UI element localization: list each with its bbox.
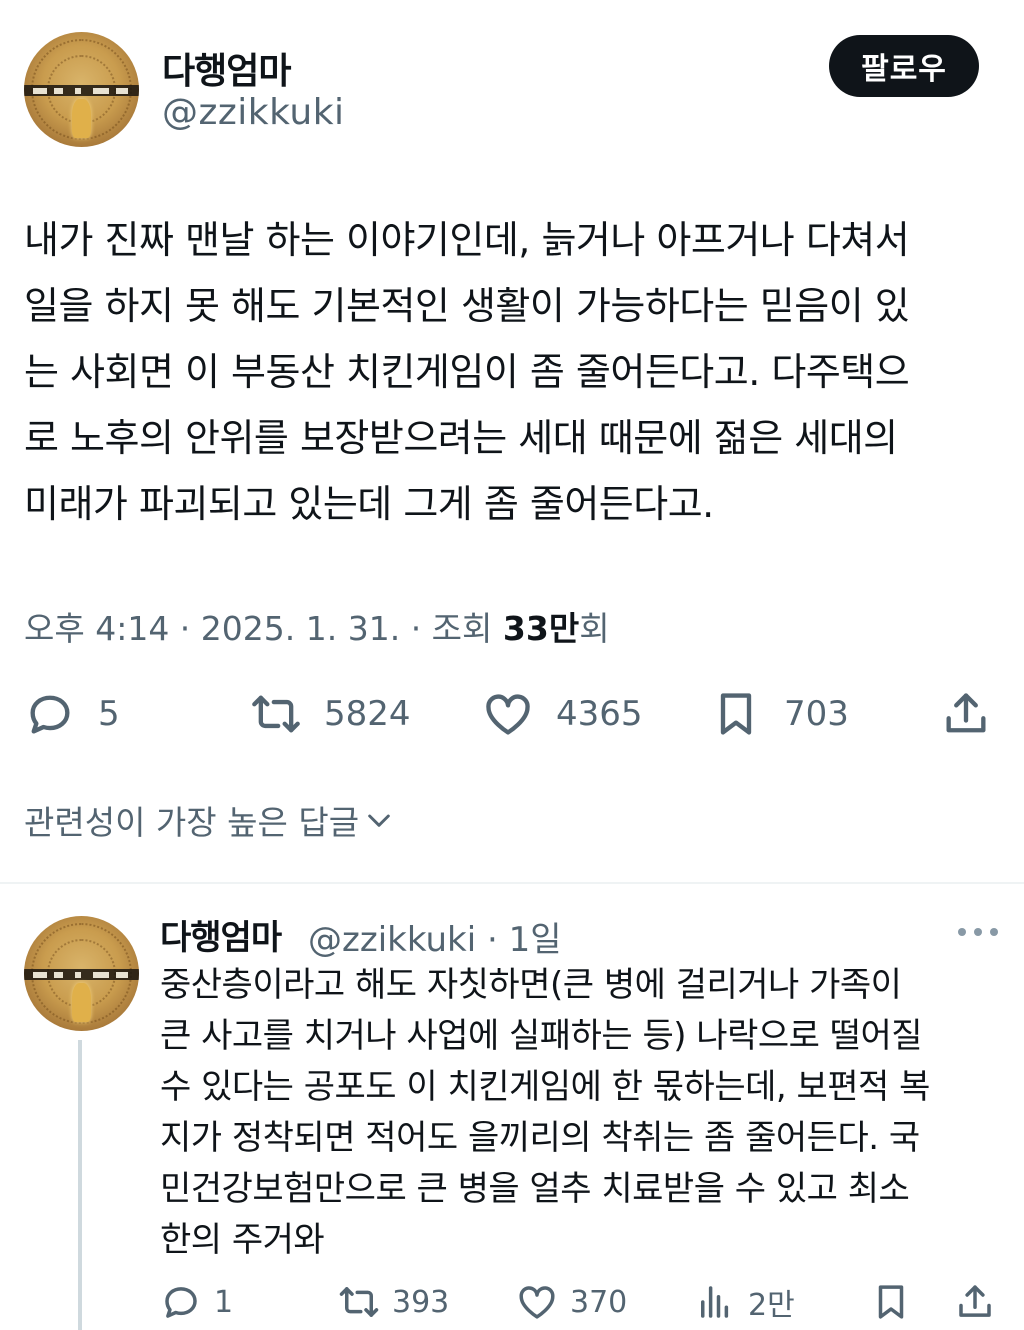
- retweet-icon: [252, 695, 300, 733]
- bookmark-button[interactable]: 703: [710, 682, 849, 746]
- reply-reply-count: 1: [214, 1284, 234, 1320]
- share-icon: [946, 693, 986, 733]
- divider: [0, 882, 1024, 884]
- views-count: 33만: [502, 609, 580, 648]
- share-icon: [959, 1285, 991, 1317]
- reply-share-button[interactable]: [954, 1278, 996, 1326]
- reply-like-count: 370: [570, 1284, 628, 1320]
- reply-count: 5: [98, 694, 120, 734]
- reply-retweet-count: 393: [392, 1284, 450, 1320]
- author-display-name[interactable]: 다행엄마: [162, 42, 291, 94]
- reply-sort-dropdown[interactable]: 관련성이 가장 높은 답글: [24, 796, 395, 844]
- like-button[interactable]: 4365: [482, 682, 643, 746]
- reply-icon: [30, 695, 70, 734]
- reply-sort-label: 관련성이 가장 높은 답글: [24, 803, 360, 842]
- retweet-count: 5824: [324, 694, 411, 734]
- reply-reply-button[interactable]: 1: [160, 1278, 233, 1326]
- author-handle[interactable]: @zzikkuki: [162, 92, 345, 133]
- retweet-button[interactable]: 5824: [250, 682, 411, 746]
- bookmark-icon: [720, 693, 752, 735]
- views-icon: [701, 1286, 729, 1318]
- author-avatar[interactable]: [24, 32, 139, 147]
- retweet-icon: [339, 1287, 379, 1317]
- follow-button[interactable]: 팔로우: [829, 35, 979, 97]
- reply-icon: [165, 1287, 197, 1318]
- reply-like-button[interactable]: 370: [516, 1278, 627, 1326]
- tweet-header: 다행엄마 @zzikkuki 팔로우: [0, 0, 1024, 160]
- reply-action-bar: 1 393 370 2만: [0, 1278, 1024, 1326]
- reply-author-name[interactable]: 다행엄마: [160, 910, 282, 959]
- reply-bookmark-button[interactable]: [870, 1278, 912, 1326]
- like-icon: [519, 1286, 555, 1319]
- bookmark-icon: [878, 1285, 904, 1319]
- reply-views-count: 2만: [748, 1288, 795, 1323]
- like-count: 4365: [556, 694, 643, 734]
- reply-retweet-button[interactable]: 393: [338, 1278, 449, 1326]
- tweet-meta: 오후 4:14 · 2025. 1. 31. · 조회 33만회: [24, 602, 610, 650]
- tweet-text: 내가 진짜 맨날 하는 이야기인데, 늙거나 아프거나 다쳐서 일을 하지 못 …: [24, 218, 910, 526]
- reply-author-avatar[interactable]: [24, 916, 139, 1031]
- reply-text: 중산층이라고 해도 자칫하면(큰 병에 걸리거나 가족이 큰 사고를 치거나 사…: [160, 965, 930, 1260]
- like-icon: [486, 694, 530, 735]
- reply-author-handle[interactable]: @zzikkuki · 1일: [308, 912, 562, 961]
- tweet-timestamp[interactable]: 오후 4:14 · 2025. 1. 31. · 조회: [24, 609, 503, 648]
- share-button[interactable]: [940, 682, 992, 746]
- chevron-down-icon: [368, 814, 390, 827]
- tweet-action-bar: 5 5824 4365 703: [0, 682, 1024, 746]
- reply-button[interactable]: 5: [24, 682, 120, 746]
- more-icon[interactable]: [958, 920, 998, 944]
- views-suffix: 회: [579, 609, 610, 648]
- reply-views-button[interactable]: 2만: [694, 1278, 795, 1326]
- bookmark-count: 703: [784, 694, 849, 734]
